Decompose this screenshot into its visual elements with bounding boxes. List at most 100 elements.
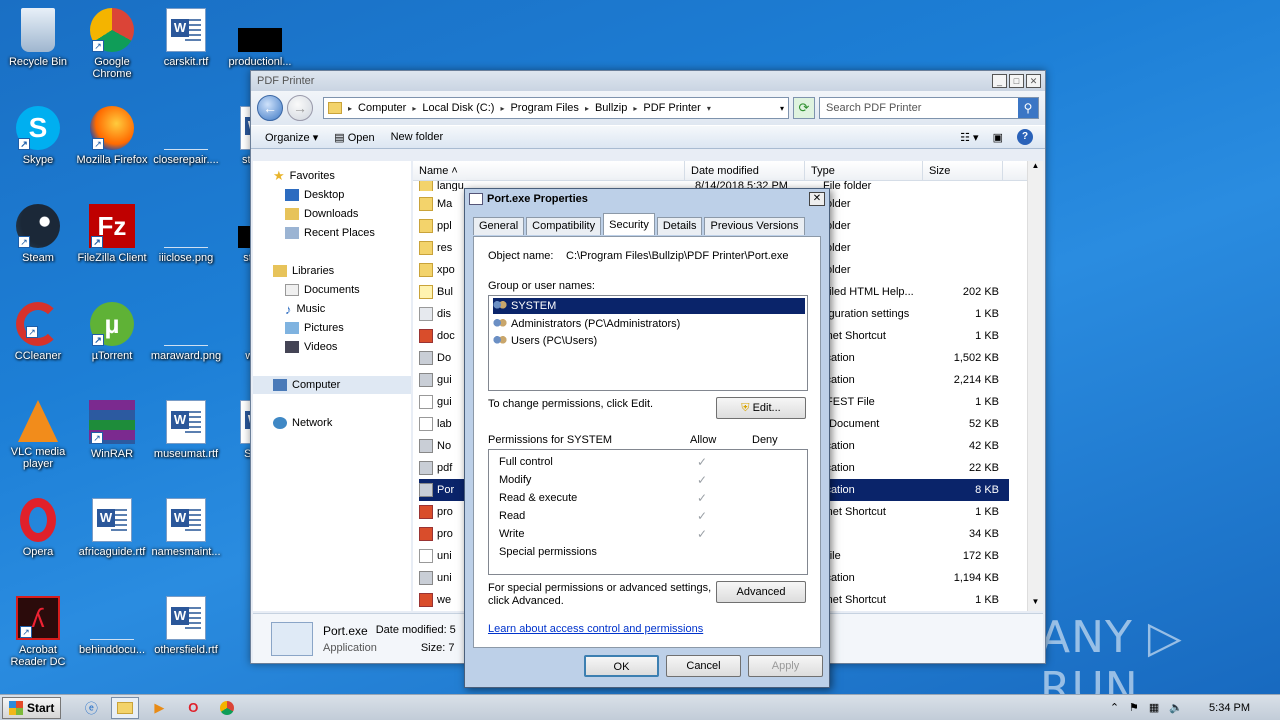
tab-previous-versions[interactable]: Previous Versions: [704, 217, 805, 235]
network-tray-icon[interactable]: ▦: [1149, 701, 1159, 714]
breadcrumb-computer[interactable]: Computer: [358, 102, 406, 114]
desktop-icon-namesmaint[interactable]: namesmaint...: [148, 498, 224, 558]
address-dropdown-icon[interactable]: ▾: [780, 104, 784, 113]
forward-button[interactable]: →: [287, 95, 313, 121]
desktop-icon-ccleaner[interactable]: ↗ CCleaner: [0, 302, 76, 362]
scroll-up-icon[interactable]: ▲: [1028, 161, 1043, 175]
organize-button[interactable]: Organize ▾: [265, 131, 318, 144]
nav-network[interactable]: Network: [273, 414, 332, 432]
tab-details[interactable]: Details: [656, 217, 703, 235]
breadcrumb-program-files[interactable]: Program Files: [510, 102, 578, 114]
nav-recent-places[interactable]: Recent Places: [285, 224, 375, 242]
row-size: 34 KB: [969, 528, 999, 540]
search-icon[interactable]: ⚲: [1018, 98, 1038, 118]
address-bar[interactable]: ▸ Computer ▸ Local Disk (C:) ▸ Program F…: [323, 97, 789, 119]
desktop-icon-maraward[interactable]: maraward.png: [148, 302, 224, 362]
desktop-icon-firefox[interactable]: ↗ Mozilla Firefox: [74, 106, 150, 166]
desktop-icon-winrar[interactable]: ↗ WinRAR: [74, 400, 150, 460]
nav-music[interactable]: ♪ Music: [285, 300, 325, 318]
user-label: Users (PC\Users): [511, 335, 598, 347]
action-center-icon[interactable]: ⚑: [1129, 701, 1139, 714]
desktop-icon-iiiclose[interactable]: iiiclose.png: [148, 204, 224, 264]
desktop-icon-skype[interactable]: S ↗ Skype: [0, 106, 76, 166]
desktop-icon-recycle-bin[interactable]: Recycle Bin: [0, 8, 76, 68]
desktop-icon-opera[interactable]: Opera: [0, 498, 76, 558]
breadcrumb-pdf-printer[interactable]: PDF Printer: [643, 102, 700, 114]
desktop-icon-othersfield[interactable]: othersfield.rtf: [148, 596, 224, 656]
nav-videos[interactable]: Videos: [285, 338, 337, 356]
explorer-titlebar[interactable]: PDF Printer _ □ ✕: [251, 71, 1045, 91]
row-size: 202 KB: [962, 286, 999, 298]
user-item-administrators[interactable]: Administrators (PC\Administrators): [493, 316, 805, 332]
open-label: Open: [347, 131, 375, 144]
breadcrumb-separator-icon: ▸: [500, 103, 505, 113]
start-button[interactable]: Start: [2, 696, 62, 719]
user-item-system[interactable]: SYSTEM: [493, 298, 805, 314]
dialog-titlebar[interactable]: Port.exe Properties ✕: [465, 189, 829, 209]
search-input[interactable]: Search PDF Printer ⚲: [819, 97, 1039, 119]
desktop-icon-production[interactable]: productionl...: [222, 8, 298, 68]
column-date[interactable]: Date modified: [685, 161, 805, 180]
help-icon[interactable]: ?: [1017, 129, 1033, 145]
desktop-icon-africaguide[interactable]: africaguide.rtf: [74, 498, 150, 558]
refresh-button[interactable]: ⟳: [793, 97, 815, 119]
edit-button[interactable]: ⛨ Edit...: [716, 397, 806, 419]
nav-computer[interactable]: Computer: [253, 376, 411, 394]
users-listbox[interactable]: SYSTEM Administrators (PC\Administrators…: [488, 295, 808, 391]
apply-button[interactable]: Apply: [748, 655, 823, 677]
ok-button[interactable]: OK: [584, 655, 659, 677]
column-type[interactable]: Type: [805, 161, 923, 180]
volume-icon[interactable]: 🔈: [1169, 701, 1183, 714]
back-button[interactable]: ←: [257, 95, 283, 121]
desktop-icon-filezilla[interactable]: Fz ↗ FileZilla Client: [74, 204, 150, 264]
desktop-icon-steam[interactable]: ↗ Steam: [0, 204, 76, 264]
nav-documents[interactable]: Documents: [285, 281, 360, 299]
tab-compatibility[interactable]: Compatibility: [526, 217, 602, 235]
desktop-icon-vlc[interactable]: VLC media player: [0, 400, 76, 470]
nav-pictures[interactable]: Pictures: [285, 319, 344, 337]
nav-libraries[interactable]: Libraries: [273, 262, 334, 280]
column-name[interactable]: Name ˄: [413, 161, 685, 180]
desktop-icon-museumat[interactable]: museumat.rtf: [148, 400, 224, 460]
desktop-icon-chrome[interactable]: ↗ Google Chrome: [74, 8, 150, 80]
maximize-button[interactable]: □: [1009, 74, 1024, 88]
breadcrumb-local-disk[interactable]: Local Disk (C:): [422, 102, 494, 114]
view-options-icon[interactable]: ☷ ▾: [960, 131, 978, 144]
cancel-button[interactable]: Cancel: [666, 655, 741, 677]
desktop-icon-acrobat[interactable]: ʎ ↗ Acrobat Reader DC: [0, 596, 76, 668]
close-button[interactable]: ✕: [1026, 74, 1041, 88]
nav-desktop[interactable]: Desktop: [285, 186, 344, 204]
scroll-down-icon[interactable]: ▼: [1028, 597, 1043, 611]
chevron-down-icon[interactable]: ▾: [707, 104, 711, 113]
tab-general[interactable]: General: [473, 217, 525, 235]
breadcrumb-bullzip[interactable]: Bullzip: [595, 102, 627, 114]
desktop-icon-carskit[interactable]: carskit.rtf: [148, 8, 224, 68]
properties-dialog[interactable]: Port.exe Properties ✕ General Compatibil…: [464, 188, 830, 688]
desktop-icon-closerepair[interactable]: closerepair....: [148, 106, 224, 166]
media-player-icon[interactable]: ▶: [145, 697, 173, 719]
permissions-list[interactable]: Full control ✓ Modify ✓ Read & execute ✓ Re…: [488, 449, 808, 575]
column-size[interactable]: Size: [923, 161, 1003, 180]
tray-expand-icon[interactable]: ⌃: [1110, 701, 1119, 714]
new-folder-button[interactable]: New folder: [391, 131, 444, 143]
internet-explorer-icon[interactable]: ⓔ: [77, 697, 105, 719]
desktop-icon-behinddocu[interactable]: behinddocu...: [74, 596, 150, 656]
clock[interactable]: 5:34 PM: [1209, 702, 1250, 714]
minimize-button[interactable]: _: [992, 74, 1007, 88]
user-item-users[interactable]: Users (PC\Users): [493, 333, 805, 349]
open-button[interactable]: ▤ Open: [334, 131, 374, 144]
chrome-taskbar-icon[interactable]: [213, 697, 241, 719]
nav-favorites[interactable]: ★ Favorites: [273, 167, 335, 185]
advanced-button[interactable]: Advanced: [716, 581, 806, 603]
tab-security[interactable]: Security: [603, 213, 655, 235]
opera-taskbar-icon[interactable]: O: [179, 697, 207, 719]
nav-downloads[interactable]: Downloads: [285, 205, 358, 223]
nav-label: Videos: [304, 341, 338, 353]
file-explorer-icon[interactable]: [111, 696, 140, 719]
preview-pane-icon[interactable]: ▣: [993, 131, 1003, 144]
access-control-link[interactable]: Learn about access control and permissio…: [488, 623, 703, 635]
word-document-icon: [166, 400, 206, 444]
vertical-scrollbar[interactable]: ▲ ▼: [1027, 161, 1043, 611]
dialog-close-button[interactable]: ✕: [809, 192, 825, 206]
desktop-icon-utorrent[interactable]: µ ↗ µTorrent: [74, 302, 150, 362]
